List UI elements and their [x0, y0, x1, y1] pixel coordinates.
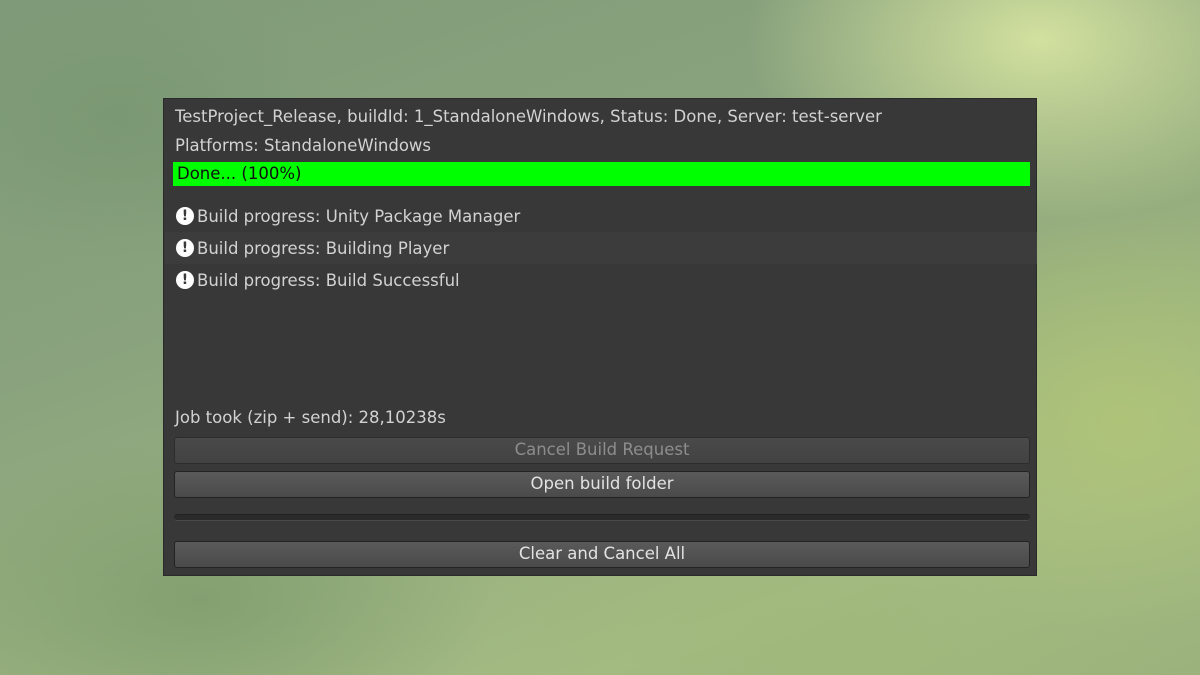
log-item-text: Build progress: Unity Package Manager	[197, 206, 521, 226]
build-job-panel: TestProject_Release, buildId: 1_Standalo…	[163, 98, 1037, 576]
progress-fill	[173, 162, 1030, 186]
build-progress-bar: Done... (100%)	[173, 162, 1030, 186]
job-summary: TestProject_Release, buildId: 1_Standalo…	[175, 107, 882, 126]
log-item: ! Build progress: Building Player	[165, 232, 1037, 264]
job-timing: Job took (zip + send): 28,10238s	[175, 408, 446, 427]
clear-and-cancel-all-button[interactable]: Clear and Cancel All	[174, 541, 1030, 568]
open-build-folder-button[interactable]: Open build folder	[174, 471, 1030, 498]
log-item: ! Build progress: Build Successful	[165, 264, 1037, 296]
separator	[174, 514, 1030, 521]
warning-icon: !	[176, 239, 194, 257]
progress-label: Done... (100%)	[177, 164, 302, 183]
warning-icon: !	[176, 207, 194, 225]
log-item-text: Build progress: Build Successful	[197, 270, 460, 290]
job-platforms: Platforms: StandaloneWindows	[175, 136, 432, 155]
cancel-build-request-button[interactable]: Cancel Build Request	[174, 437, 1030, 464]
log-item-text: Build progress: Building Player	[197, 238, 450, 258]
log-item: ! Build progress: Unity Package Manager	[165, 200, 1037, 232]
warning-icon: !	[176, 271, 194, 289]
